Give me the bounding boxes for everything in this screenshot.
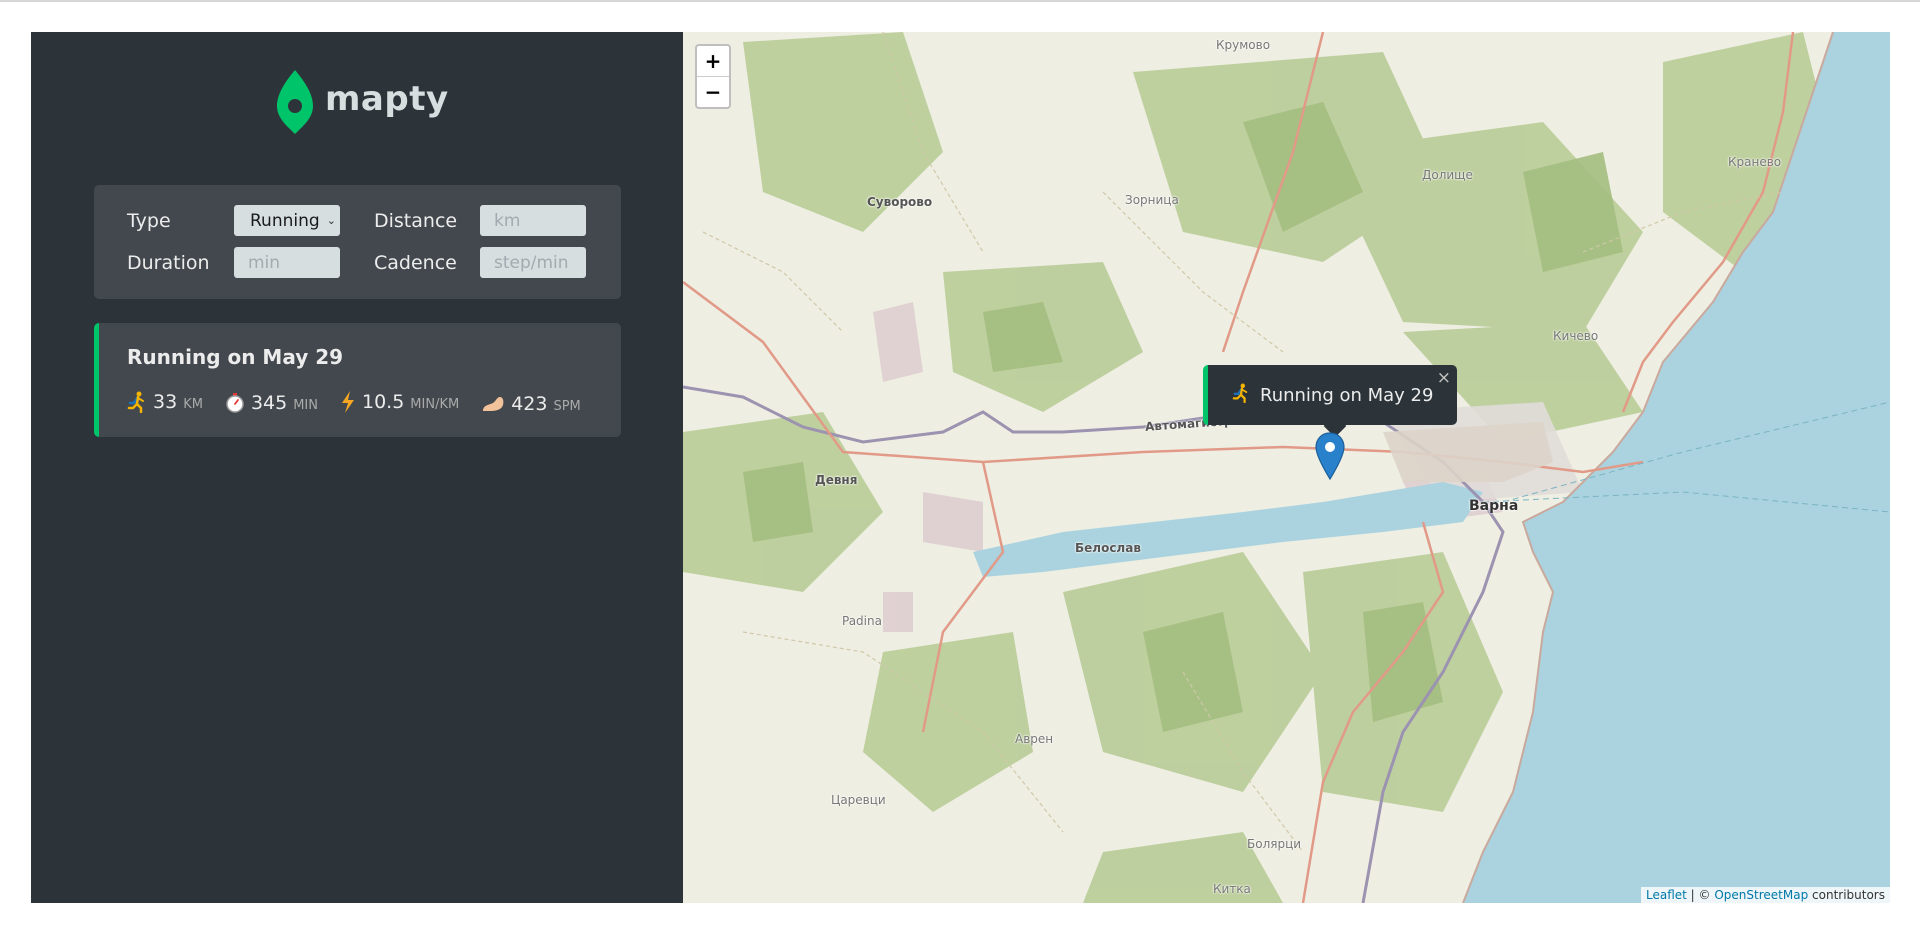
form-row-duration: Duration xyxy=(127,247,340,278)
attribution-separator: | © xyxy=(1686,888,1715,902)
workout-title: Running on May 29 xyxy=(127,345,344,369)
map-pin-logo-icon xyxy=(277,70,313,134)
runner-icon xyxy=(1232,383,1250,408)
logo: mapty xyxy=(275,68,449,134)
app-name: mapty xyxy=(325,79,449,119)
workout-cadence: 423 spm xyxy=(481,393,581,415)
duration-input[interactable] xyxy=(234,247,340,278)
zoom-control: + − xyxy=(695,44,731,109)
workout-pace: 10.5 min/km xyxy=(340,391,459,413)
place-label-bolyartsi: Болярци xyxy=(1247,837,1302,851)
distance-unit: km xyxy=(183,396,203,412)
distance-value: 33 xyxy=(153,391,178,413)
place-label-kitka: Китка xyxy=(1213,882,1251,896)
form-row-cadence: Cadence xyxy=(374,247,586,278)
pace-value: 10.5 xyxy=(361,391,405,413)
duration-label: Duration xyxy=(127,251,210,274)
map-attribution: Leaflet | © OpenStreetMap contributors xyxy=(1641,887,1890,903)
cadence-unit: spm xyxy=(553,398,581,414)
runner-icon xyxy=(127,391,147,413)
place-label-suvorovo: Суворово xyxy=(867,195,933,209)
type-select-value: Running xyxy=(250,210,320,231)
workout-popup[interactable]: Running on May 29 × xyxy=(1203,365,1457,438)
cadence-label: Cadence xyxy=(374,251,457,274)
duration-unit: min xyxy=(293,397,318,413)
distance-label: Distance xyxy=(374,209,458,232)
place-label-krumovo: Крумово xyxy=(1216,38,1271,52)
zoom-out-button[interactable]: − xyxy=(697,76,729,107)
form-row-distance: Distance xyxy=(374,205,586,236)
foot-icon xyxy=(481,395,505,413)
pace-unit: min/km xyxy=(410,396,460,412)
map-tiles xyxy=(683,32,1890,903)
place-label-avren: Аврен xyxy=(1015,732,1054,746)
place-label-zornitsa: Зорница xyxy=(1125,193,1179,207)
popup-text: Running on May 29 xyxy=(1260,384,1434,406)
place-label-padina: Padina xyxy=(842,614,882,628)
place-label-devnya: Девня xyxy=(815,473,858,487)
type-label: Type xyxy=(127,209,171,232)
openstreetmap-link[interactable]: OpenStreetMap xyxy=(1714,888,1808,902)
attribution-suffix: contributors xyxy=(1808,888,1885,902)
place-label-dolishte: Долище xyxy=(1422,168,1473,182)
stopwatch-icon xyxy=(225,393,245,413)
place-label-tsarevtsi: Царевци xyxy=(831,793,886,807)
place-label-varna: Варна xyxy=(1469,498,1519,514)
place-label-beloslav: Белослав xyxy=(1075,541,1141,555)
workout-form: Type Running ⌄ Distance Duration Cadence xyxy=(94,185,621,299)
workout-distance: 33 km xyxy=(127,391,203,413)
place-label-kranevo: Кранево xyxy=(1728,155,1782,169)
duration-value: 345 xyxy=(250,392,288,414)
lightning-icon xyxy=(340,391,356,413)
workout-details: 33 km 345 min xyxy=(127,391,581,415)
type-select[interactable]: Running ⌄ xyxy=(234,205,340,236)
leaflet-link[interactable]: Leaflet xyxy=(1646,888,1687,902)
cadence-input[interactable] xyxy=(480,247,586,278)
map-marker-icon xyxy=(1315,432,1345,481)
map[interactable]: Крумово Суворово Зорница Долище Кранево … xyxy=(683,32,1890,903)
top-border xyxy=(0,0,1920,2)
sidebar: mapty Type Running ⌄ Distance Duration C… xyxy=(31,32,683,903)
form-row-type: Type Running ⌄ xyxy=(127,205,340,236)
workout-duration: 345 min xyxy=(225,392,318,414)
cadence-value: 423 xyxy=(511,393,548,415)
place-label-kichevo: Кичево xyxy=(1553,329,1599,343)
close-icon[interactable]: × xyxy=(1437,368,1451,388)
app-container: mapty Type Running ⌄ Distance Duration C… xyxy=(31,32,1890,903)
map-marker[interactable] xyxy=(1315,432,1345,484)
distance-input[interactable] xyxy=(480,205,586,236)
zoom-in-button[interactable]: + xyxy=(697,46,729,76)
chevron-down-icon: ⌄ xyxy=(326,214,336,227)
workout-item[interactable]: Running on May 29 33 km xyxy=(94,323,621,437)
